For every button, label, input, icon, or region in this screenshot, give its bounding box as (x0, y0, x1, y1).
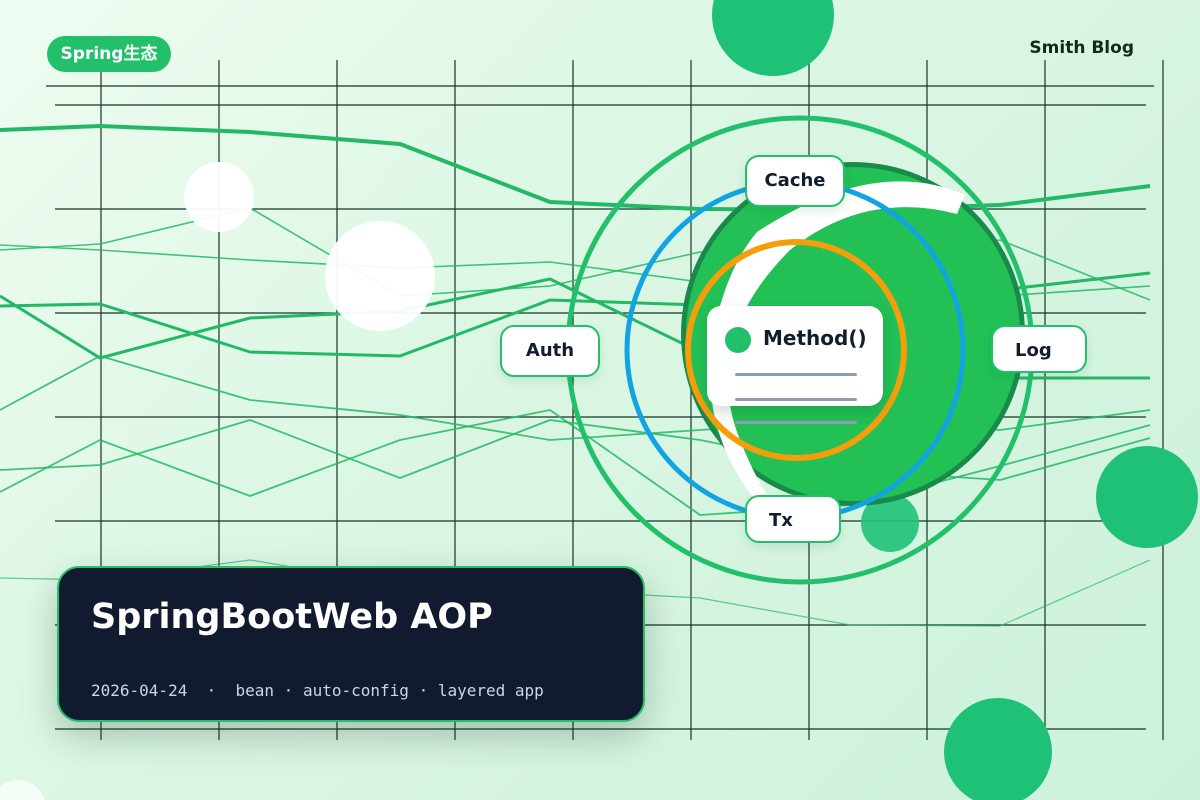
meta-separator: · (206, 681, 217, 700)
meta-separator: · (283, 681, 294, 700)
blog-brand[interactable]: Smith Blog (1029, 37, 1134, 59)
category-badge[interactable]: Spring生态 (47, 36, 171, 72)
aspect-tag-tx: Tx (745, 495, 841, 543)
method-placeholder-line (735, 373, 857, 376)
meta-separator: · (418, 681, 429, 700)
post-title-card[interactable]: SpringBootWeb AOP 2026-04-24 · bean · au… (57, 566, 645, 722)
aspect-tag-log: Log (991, 325, 1087, 373)
method-label: Method() (763, 326, 867, 350)
aspect-tag-auth: Auth (500, 325, 600, 377)
post-tag[interactable]: auto-config (303, 681, 409, 700)
method-card: Method() (707, 306, 883, 406)
aspect-tag-cache: Cache (745, 155, 845, 207)
method-placeholder-line (735, 421, 857, 424)
method-dot-icon (725, 327, 751, 353)
post-title: SpringBootWeb AOP (91, 597, 493, 637)
post-meta: 2026-04-24 · bean · auto-config · layere… (91, 680, 544, 702)
post-tag[interactable]: layered app (438, 681, 544, 700)
post-tag[interactable]: bean (236, 681, 275, 700)
post-date: 2026-04-24 (91, 681, 188, 700)
method-placeholder-line (735, 398, 857, 401)
